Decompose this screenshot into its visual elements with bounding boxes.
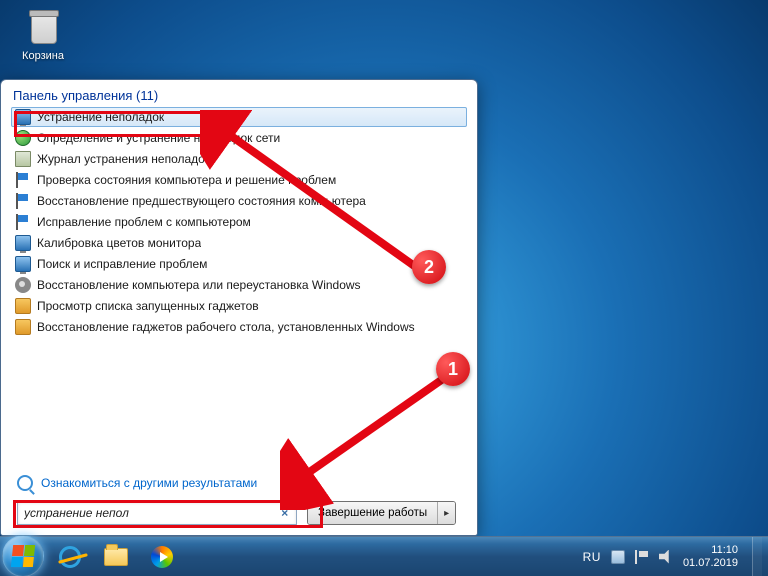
clock-time: 11:10 [683, 544, 738, 557]
media-player-icon [151, 546, 173, 568]
result-label: Определение и устранение неполадок сети [37, 131, 280, 145]
start-menu: Панель управления (11) Устранение непола… [0, 79, 478, 536]
shutdown-button[interactable]: Завершение работы [307, 501, 456, 525]
search-result-item[interactable]: Определение и устранение неполадок сети [11, 128, 467, 148]
search-result-item[interactable]: Калибровка цветов монитора [11, 233, 467, 253]
search-result-item[interactable]: Устранение неполадок [11, 107, 467, 127]
taskbar-explorer[interactable] [96, 542, 136, 572]
flag-icon [15, 172, 31, 188]
annotation-step-badge: 1 [436, 352, 470, 386]
flag-icon [15, 193, 31, 209]
search-input[interactable] [24, 506, 277, 520]
globe-icon [15, 130, 31, 146]
search-input-wrapper: × [17, 501, 297, 525]
folder-icon [104, 548, 128, 566]
result-label: Журнал устранения неполадок [37, 152, 210, 166]
annotation-step-badge: 2 [412, 250, 446, 284]
taskbar-media-player[interactable] [142, 542, 182, 572]
start-button[interactable] [2, 535, 44, 576]
clear-search-button[interactable]: × [277, 506, 292, 520]
search-result-item[interactable]: Восстановление компьютера или переустано… [11, 275, 467, 295]
monitor-icon [15, 235, 31, 251]
search-result-item[interactable]: Восстановление гаджетов рабочего стола, … [11, 317, 467, 337]
flag-icon [15, 214, 31, 230]
monitor-icon [15, 256, 31, 272]
shutdown-label: Завершение работы [308, 502, 437, 524]
ie-icon [59, 546, 81, 568]
language-indicator[interactable]: RU [583, 550, 601, 564]
result-label: Исправление проблем с компьютером [37, 215, 251, 229]
result-label: Поиск и исправление проблем [37, 257, 207, 271]
result-label: Просмотр списка запущенных гаджетов [37, 299, 259, 313]
monitor-icon [15, 109, 31, 125]
result-label: Калибровка цветов монитора [37, 236, 201, 250]
search-result-item[interactable]: Поиск и исправление проблем [11, 254, 467, 274]
search-result-item[interactable]: Исправление проблем с компьютером [11, 212, 467, 232]
result-label: Восстановление гаджетов рабочего стола, … [37, 320, 415, 334]
gadget-icon [15, 298, 31, 314]
recycle-bin-label: Корзина [18, 50, 68, 62]
more-results-link[interactable]: Ознакомиться с другими результатами [17, 475, 257, 491]
desktop: Корзина Панель управления (11) Устранени… [0, 0, 768, 576]
more-results-label: Ознакомиться с другими результатами [41, 476, 257, 490]
clock[interactable]: 11:10 01.07.2019 [683, 544, 738, 570]
search-row: × Завершение работы [17, 501, 465, 525]
shutdown-options-arrow[interactable] [437, 502, 455, 524]
action-center-icon[interactable] [635, 550, 649, 564]
search-result-item[interactable]: Журнал устранения неполадок [11, 149, 467, 169]
taskbar-ie[interactable] [50, 542, 90, 572]
result-label: Проверка состояния компьютера и решение … [37, 173, 336, 187]
show-desktop-button[interactable] [752, 537, 762, 576]
gadget-icon [15, 319, 31, 335]
clock-date: 01.07.2019 [683, 557, 738, 570]
search-icon [17, 475, 33, 491]
gear-icon [15, 277, 31, 293]
result-label: Восстановление предшествующего состояния… [37, 194, 366, 208]
system-tray: RU 11:10 01.07.2019 [583, 537, 768, 576]
search-result-item[interactable]: Восстановление предшествующего состояния… [11, 191, 467, 211]
result-label: Устранение неполадок [37, 110, 164, 124]
search-result-item[interactable]: Просмотр списка запущенных гаджетов [11, 296, 467, 316]
trash-icon [25, 8, 61, 48]
network-icon[interactable] [611, 550, 625, 564]
volume-icon[interactable] [659, 550, 673, 564]
result-label: Восстановление компьютера или переустано… [37, 278, 361, 292]
recycle-bin[interactable]: Корзина [18, 8, 68, 62]
search-result-item[interactable]: Проверка состояния компьютера и решение … [11, 170, 467, 190]
taskbar: RU 11:10 01.07.2019 [0, 536, 768, 576]
log-icon [15, 151, 31, 167]
windows-logo-icon [11, 545, 35, 567]
results-section-header: Панель управления (11) [13, 88, 467, 103]
